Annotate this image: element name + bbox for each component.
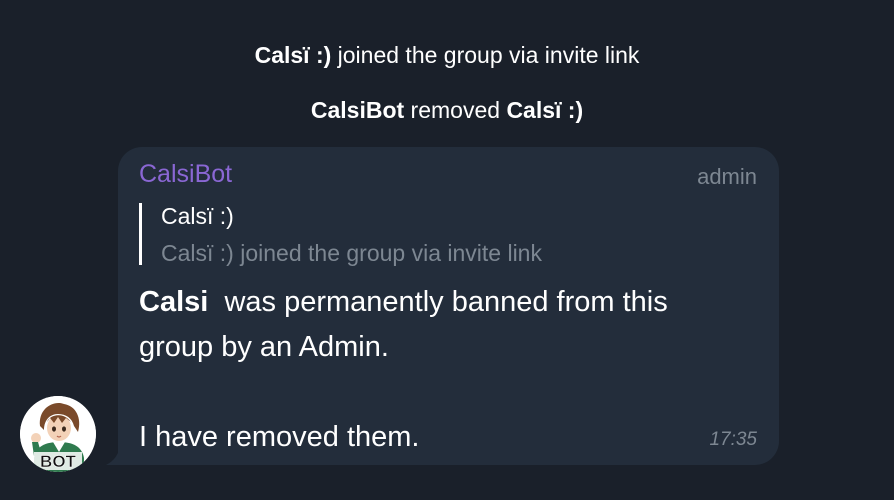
bot-avatar[interactable]: BOT — [20, 396, 96, 472]
message-line-1: Calsi was permanently banned from this — [139, 280, 769, 325]
reply-author: Calsï :) — [161, 203, 234, 229]
service-message-joined: Calsï :) joined the group via invite lin… — [0, 42, 894, 69]
bot-label: BOT — [40, 452, 77, 471]
reply-text: Calsï :) joined the group via invite lin… — [161, 240, 542, 266]
message-line-1-rest: was permanently banned from this — [208, 286, 668, 318]
service-message-text: removed — [404, 97, 507, 123]
message-line-4: I have removed them. — [139, 421, 420, 453]
message-bubble[interactable]: CalsiBot admin Calsï :) Calsï :) joined … — [118, 147, 779, 465]
banned-user-name: Calsi — [139, 286, 209, 318]
message-line-2: group by an Admin. — [139, 331, 389, 363]
service-message-target: Calsï :) — [506, 97, 584, 123]
message-body: Calsi was permanently banned from this g… — [139, 280, 769, 460]
admin-badge: admin — [697, 164, 757, 189]
message-sender[interactable]: CalsiBot — [139, 160, 232, 189]
message-time: 17:35 — [709, 429, 757, 450]
bot-avatar-image: BOT — [20, 396, 96, 472]
reply-quote[interactable]: Calsï :) Calsï :) joined the group via i… — [139, 203, 542, 266]
service-message-removed: CalsiBot removed Calsï :) — [0, 97, 894, 124]
service-message-user: Calsï :) — [254, 42, 332, 68]
service-message-text: joined the group via invite link — [331, 42, 640, 68]
service-message-actor: CalsiBot — [310, 97, 405, 123]
